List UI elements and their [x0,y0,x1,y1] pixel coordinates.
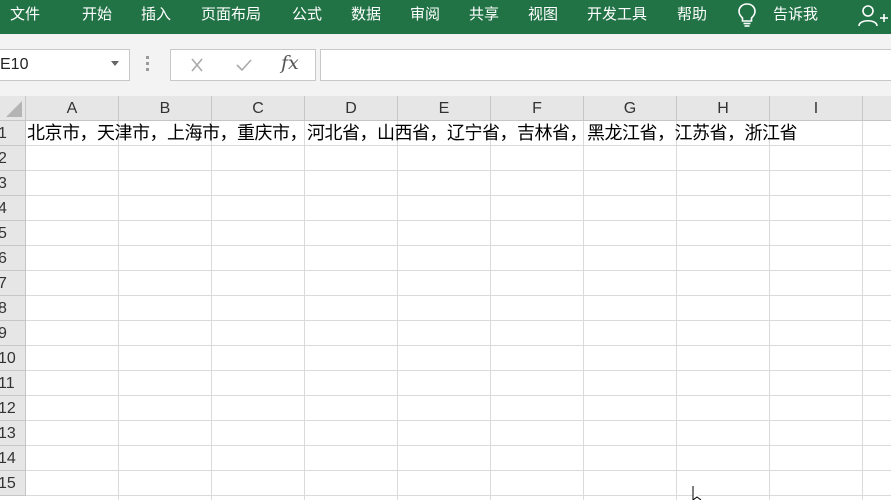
column-header-b[interactable]: B [119,96,212,121]
tab-insert[interactable]: 插入 [141,0,171,28]
row-header-label: 10 [0,350,16,367]
gridline-vertical [862,121,863,500]
row-header-9[interactable]: 9 [0,321,26,346]
row-header-label: 8 [0,296,25,320]
tab-file[interactable]: 文件 [10,0,40,28]
column-header-next[interactable] [863,96,891,121]
gridline-horizontal [26,370,891,371]
row-header-6[interactable]: 6 [0,246,26,271]
tab-share[interactable]: 共享 [469,0,499,28]
row-header-label: 15 [0,475,16,492]
row-header-label: 3 [0,171,25,195]
gridline-horizontal [26,220,891,221]
formula-buttons: fx [170,49,316,81]
column-header-d[interactable]: D [305,96,398,121]
tab-view[interactable]: 视图 [528,0,558,28]
row-header-label: 6 [0,246,25,270]
tab-page-layout[interactable]: 页面布局 [201,0,261,28]
tab-developer[interactable]: 开发工具 [587,0,647,28]
row-header-5[interactable]: 5 [0,221,26,246]
gridline-vertical [397,121,398,500]
gridline-horizontal [26,420,891,421]
row-header-label: 9 [0,321,25,345]
row-header-label: 1 [0,121,25,145]
row-header-4[interactable]: 4 [0,196,26,221]
ribbon-tab-bar: 文件 开始 插入 页面布局 公式 数据 审阅 共享 视图 开发工具 帮助 告诉我 [0,0,891,34]
gridline-horizontal [26,145,891,146]
gridline-horizontal [26,345,891,346]
row-header-2[interactable]: 2 [0,146,26,171]
tab-help[interactable]: 帮助 [677,0,707,28]
column-header-e[interactable]: E [398,96,491,121]
gridline-horizontal [26,495,891,496]
name-box[interactable]: E10 [0,49,130,81]
row-header-label: 12 [0,400,16,417]
tab-review[interactable]: 审阅 [410,0,440,28]
gridline-vertical [583,121,584,500]
select-all-button[interactable] [0,96,26,121]
row-header-14[interactable]: 14 [0,446,26,471]
gridline-vertical [676,121,677,500]
chevron-down-icon[interactable] [111,61,119,66]
drag-handle-icon[interactable] [146,56,150,74]
formula-input[interactable] [320,49,891,81]
gridline-horizontal [26,470,891,471]
cell-a1[interactable]: 北京市，天津市，上海市，重庆市，河北省，山西省，辽宁省，吉林省，黑龙江省，江苏省… [27,122,798,145]
enter-icon[interactable] [224,50,264,80]
row-header-label: 5 [0,221,25,245]
row-header-7[interactable]: 7 [0,271,26,296]
gridline-vertical [118,121,119,500]
gridline-vertical [769,121,770,500]
gridline-vertical [304,121,305,500]
row-header-3[interactable]: 3 [0,171,26,196]
row-header-1[interactable]: 1 [0,121,26,146]
row-header-label: 13 [0,425,16,442]
row-header-13[interactable]: 13 [0,421,26,446]
row-header-12[interactable]: 12 [0,396,26,421]
column-header-f[interactable]: F [491,96,584,121]
gridline-vertical [490,121,491,500]
row-header-label: 14 [0,450,16,467]
insert-function-button[interactable]: fx [281,52,299,74]
row-header-8[interactable]: 8 [0,296,26,321]
mouse-pointer-icon [692,486,702,500]
gridline-horizontal [26,295,891,296]
gridline-horizontal [26,270,891,271]
column-header-c[interactable]: C [212,96,305,121]
tab-home[interactable]: 开始 [82,0,112,28]
cancel-icon[interactable] [177,50,217,80]
row-header-label: 7 [0,271,25,295]
gridline-horizontal [26,195,891,196]
gridline-horizontal [26,445,891,446]
row-header-15[interactable]: 15 [0,471,26,496]
gridline-horizontal [26,395,891,396]
tab-data[interactable]: 数据 [351,0,381,28]
name-box-value: E10 [0,56,29,73]
lightbulb-icon[interactable] [736,2,758,28]
row-header-label: 11 [0,375,15,392]
row-header-label: 4 [0,196,25,220]
tell-me-search[interactable]: 告诉我 [773,0,818,28]
gridline-horizontal [26,170,891,171]
tab-formulas[interactable]: 公式 [292,0,322,28]
gridline-horizontal [26,320,891,321]
column-header-h[interactable]: H [677,96,770,121]
row-header-10[interactable]: 10 [0,346,26,371]
gridline-horizontal [26,245,891,246]
worksheet-grid[interactable]: ABCDEFGHI 123456789101112131415 北京市，天津市，… [0,96,891,500]
person-plus-icon[interactable] [858,4,888,28]
column-header-g[interactable]: G [584,96,677,121]
gridline-vertical [211,121,212,500]
column-header-a[interactable]: A [26,96,119,121]
row-header-label: 2 [0,146,25,170]
column-header-i[interactable]: I [770,96,863,121]
row-header-11[interactable]: 11 [0,371,26,396]
